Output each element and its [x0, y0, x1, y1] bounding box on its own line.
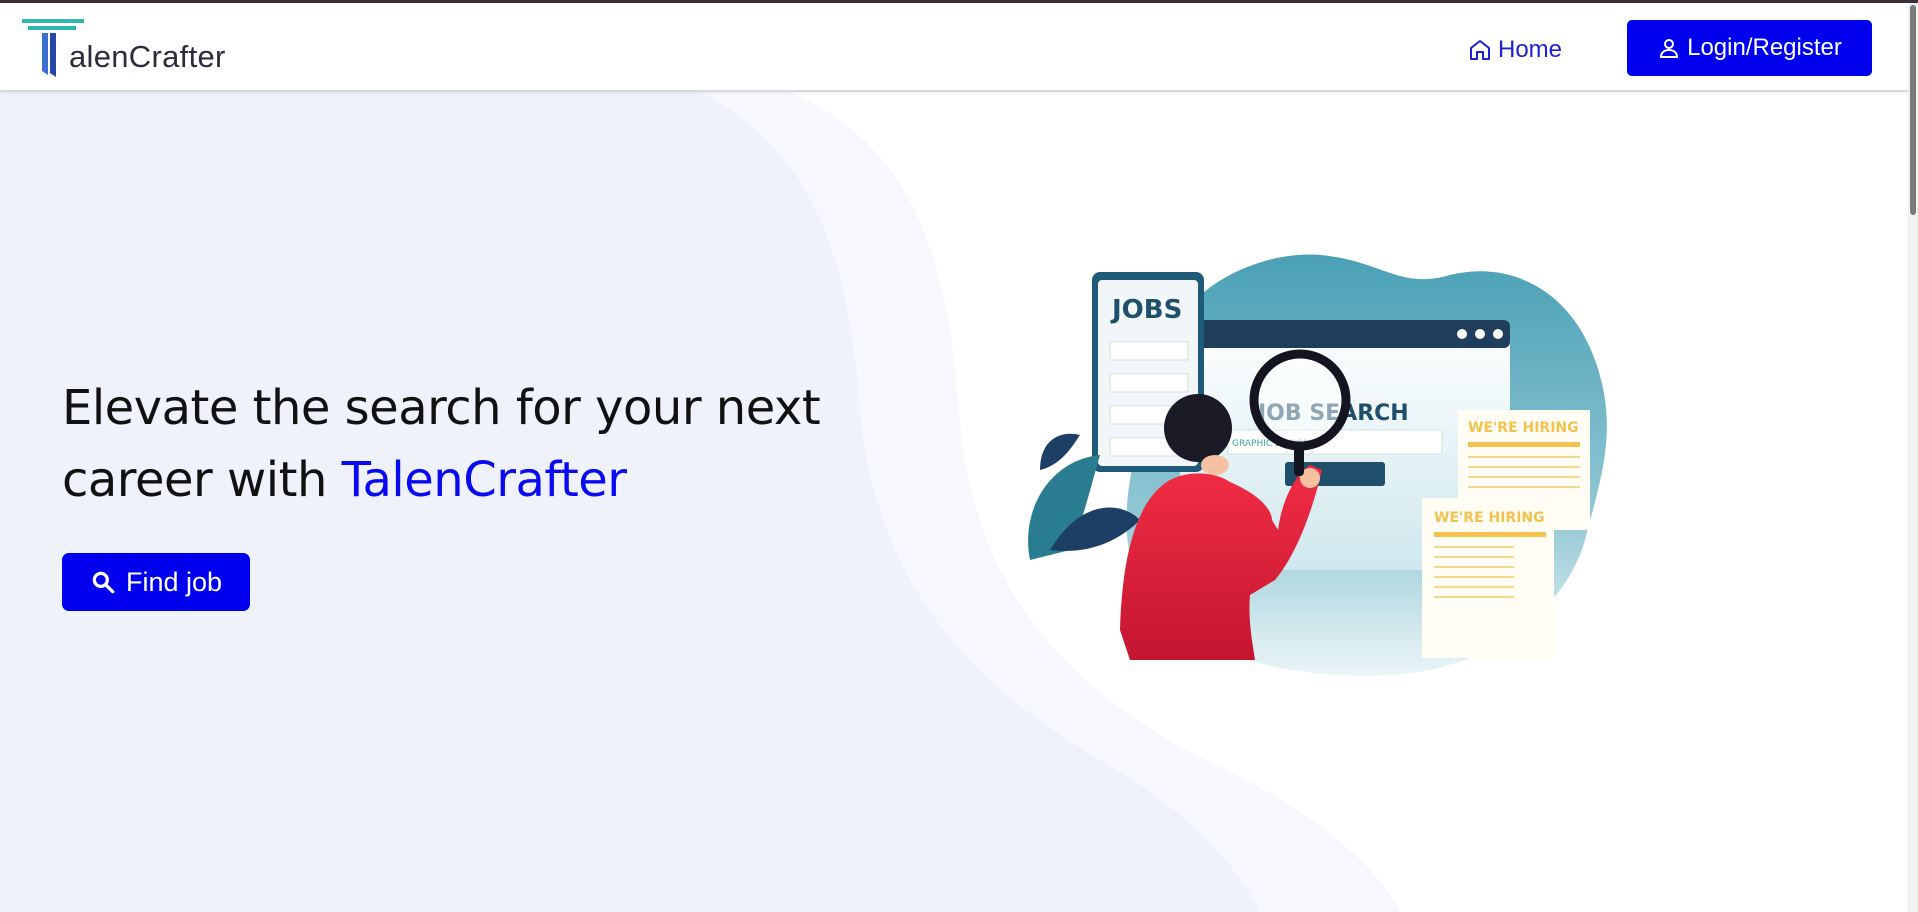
- hiring-line: [1468, 476, 1580, 478]
- hiring-line: [1434, 566, 1514, 568]
- hiring-line: [1434, 532, 1546, 537]
- hiring-label: WE'RE HIRING: [1468, 420, 1579, 436]
- hiring-line: [1434, 576, 1514, 578]
- nav-home-link[interactable]: Home: [1468, 33, 1562, 67]
- job-list-row: [1109, 341, 1189, 361]
- page-scrollbar[interactable]: [1908, 3, 1918, 912]
- hiring-line: [1468, 456, 1580, 458]
- hero-heading-line2-prefix: career with: [62, 452, 342, 508]
- magnifier-handle: [1294, 444, 1304, 476]
- hiring-line: [1434, 586, 1514, 588]
- hero-heading-line1: Elevate the search for your next: [62, 380, 821, 436]
- person-head: [1164, 394, 1232, 462]
- hiring-line: [1434, 546, 1514, 548]
- page: alenCrafter Home Login/Register Elevate …: [0, 0, 1918, 912]
- user-icon: [1660, 39, 1679, 58]
- hiring-line: [1468, 466, 1580, 468]
- hiring-label: WE'RE HIRING: [1434, 510, 1545, 526]
- jobs-heading: JOBS: [1110, 295, 1182, 325]
- scrollbar-thumb[interactable]: [1910, 5, 1916, 215]
- browser-dot: [1475, 329, 1485, 339]
- top-navbar: alenCrafter Home Login/Register: [0, 3, 1908, 92]
- login-register-button[interactable]: Login/Register: [1627, 20, 1872, 76]
- hiring-line: [1434, 556, 1514, 558]
- browser-dot: [1493, 329, 1503, 339]
- person-neck: [1201, 455, 1229, 475]
- find-job-label: Find job: [125, 566, 223, 597]
- home-icon: [1470, 40, 1490, 60]
- hero-heading: Elevate the search for your next career …: [62, 372, 862, 516]
- hiring-line: [1468, 486, 1580, 488]
- nav-home-label: Home: [1498, 36, 1563, 63]
- job-list-row: [1109, 373, 1189, 393]
- hero-heading-brand: TalenCrafter: [341, 452, 627, 508]
- hiring-line: [1434, 596, 1514, 598]
- hiring-line: [1468, 442, 1580, 447]
- search-icon: [92, 571, 115, 594]
- job-search-illustration: JOB SEARCH GRAPHIC DESIGNER JOBS WE'RE H…: [1028, 254, 1607, 676]
- browser-dot: [1457, 329, 1467, 339]
- login-register-label: Login/Register: [1687, 34, 1842, 61]
- brand-logo[interactable]: alenCrafter: [22, 19, 262, 77]
- brand-name: alenCrafter: [69, 39, 226, 74]
- magnifier-lens: [1249, 349, 1351, 451]
- find-job-button[interactable]: Find job: [62, 553, 250, 611]
